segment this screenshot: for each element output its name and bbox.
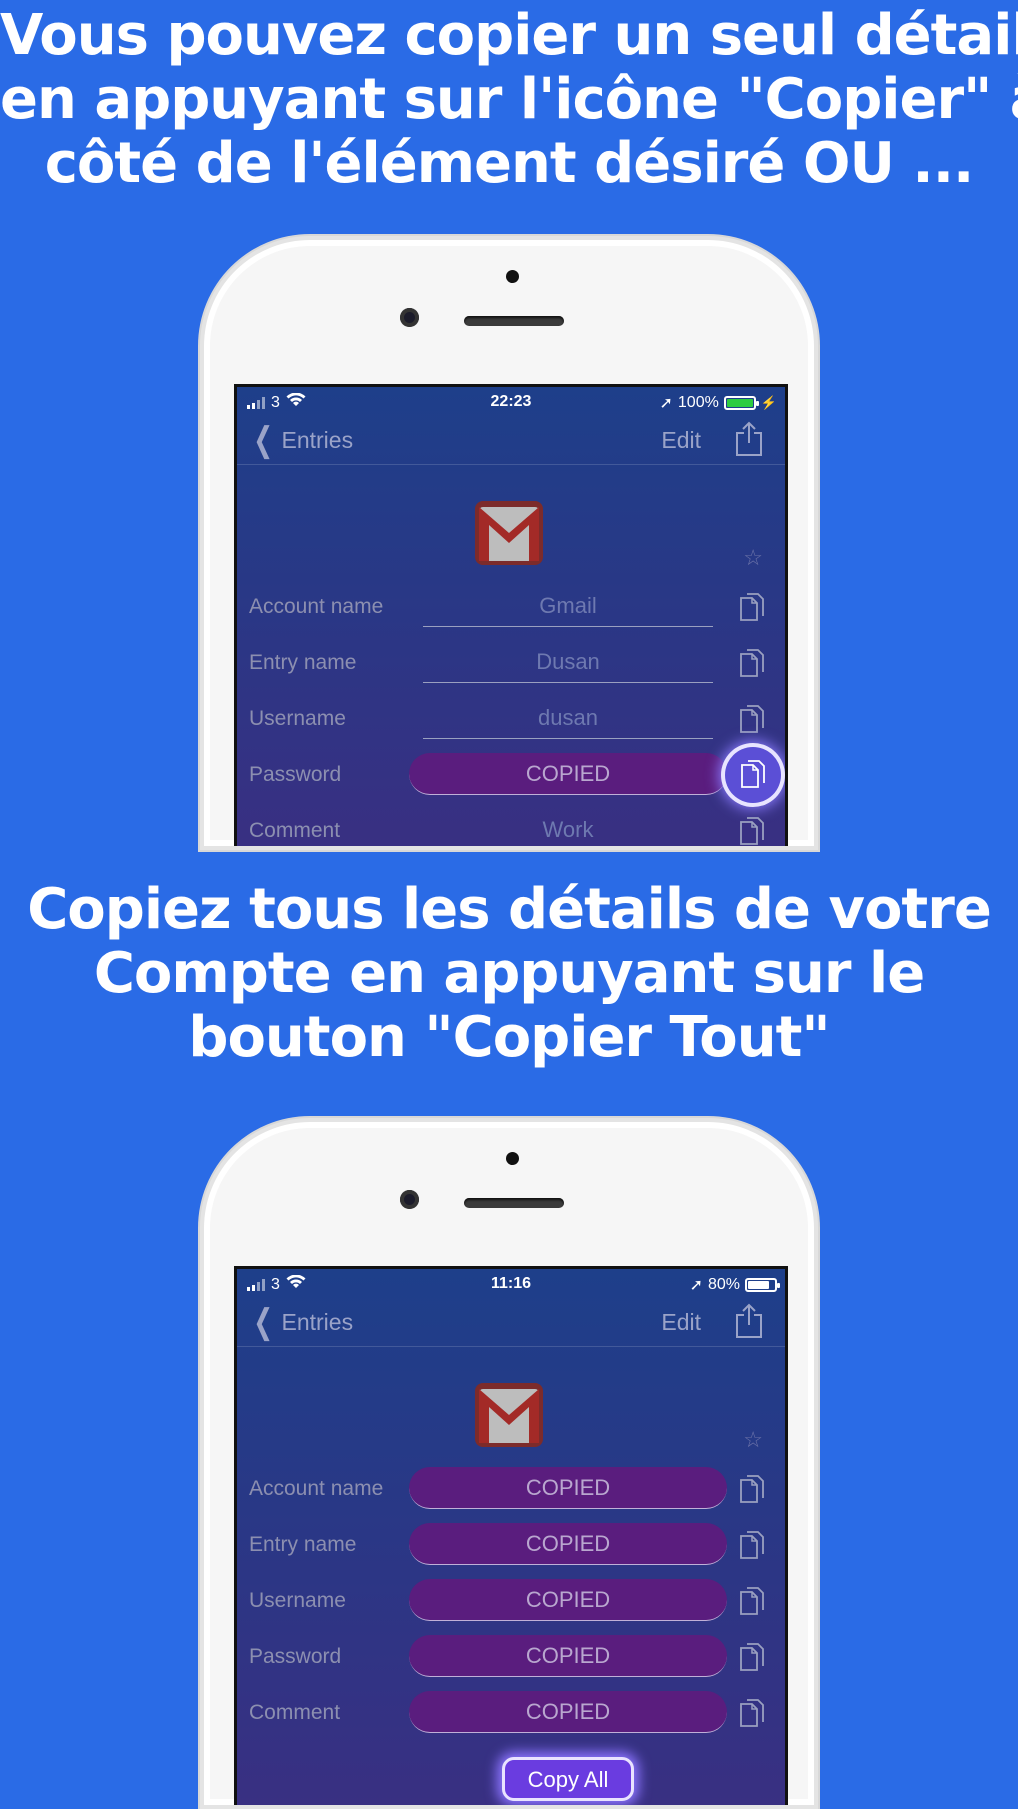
headline-middle: Copiez tous les détails de votre Compte …	[0, 878, 1018, 1070]
share-icon[interactable]	[735, 421, 763, 457]
copy-icon[interactable]	[735, 589, 769, 625]
battery-percent: 100%	[677, 394, 719, 411]
detail-row: Username COPIED	[237, 1575, 785, 1631]
copy-icon[interactable]	[735, 701, 769, 737]
field-label: Password	[249, 763, 342, 786]
detail-row: Account name Gmail	[237, 581, 785, 637]
headline-middle-line2: Compte en appuyant sur le	[93, 941, 925, 1006]
back-button[interactable]: ❮ Entries	[249, 1303, 354, 1341]
proximity-sensor	[506, 1152, 519, 1165]
favorite-star-icon[interactable]: ☆	[743, 1427, 763, 1453]
location-arrow-icon: ➚	[659, 395, 673, 412]
back-label: Entries	[281, 1308, 354, 1335]
battery-icon	[745, 1278, 780, 1292]
earpiece-speaker	[464, 1198, 564, 1208]
field-label: Password	[249, 1645, 342, 1668]
chevron-left-icon: ❮	[253, 1303, 274, 1341]
field-value[interactable]: Gmail	[423, 585, 713, 627]
edit-button[interactable]: Edit	[661, 1309, 701, 1336]
field-label: Entry name	[249, 1533, 357, 1556]
gmail-icon	[473, 497, 545, 569]
earpiece-speaker	[464, 316, 564, 326]
field-label: Username	[249, 707, 346, 730]
field-value[interactable]: COPIED	[409, 1523, 727, 1565]
headline-top-line3: côté de l'élément désiré OU ...	[44, 131, 975, 196]
gmail-icon	[473, 1379, 545, 1451]
headline-middle-line1: Copiez tous les détails de votre	[27, 877, 992, 942]
field-value[interactable]: COPIED	[409, 1635, 727, 1677]
front-camera-icon	[400, 308, 419, 327]
headline-top: Vous pouvez copier un seul détail en app…	[0, 4, 1018, 196]
copy-icon[interactable]	[735, 645, 769, 681]
field-value[interactable]: Dusan	[423, 641, 713, 683]
copy-all-button[interactable]: Copy All	[502, 1757, 634, 1801]
phone-mockup-copy-all: 3 11:16 ➚ 80% ❮ Entries Edit ☆ Account n…	[200, 1118, 818, 1809]
field-label: Comment	[249, 1701, 341, 1724]
copy-icon[interactable]	[735, 1695, 769, 1731]
field-label: Username	[249, 1589, 346, 1612]
copy-icon[interactable]	[725, 747, 781, 803]
detail-row: Entry name Dusan	[237, 637, 785, 693]
status-bar: 3 11:16 ➚ 80%	[237, 1273, 785, 1295]
headline-top-line1: Vous pouvez copier un seul détail	[0, 3, 1018, 68]
field-value[interactable]: Work	[423, 809, 713, 846]
copy-icon[interactable]	[735, 1639, 769, 1675]
field-label: Comment	[249, 819, 341, 842]
field-label: Account name	[249, 595, 384, 618]
battery-icon	[723, 396, 759, 410]
phone-screen: 3 22:23 ➚ 100% ⚡ ❮ Entries Edit ☆ Accoun…	[234, 384, 788, 846]
field-value[interactable]: COPIED	[409, 1691, 727, 1733]
charging-bolt-icon: ⚡	[760, 395, 777, 410]
edit-button[interactable]: Edit	[661, 427, 701, 454]
battery-percent: 80%	[707, 1276, 740, 1293]
field-value[interactable]: dusan	[423, 697, 713, 739]
field-value[interactable]: COPIED	[409, 753, 727, 795]
location-arrow-icon: ➚	[689, 1277, 703, 1294]
navigation-bar: ❮ Entries Edit	[237, 1299, 785, 1347]
share-icon[interactable]	[735, 1303, 763, 1339]
field-value[interactable]: COPIED	[409, 1467, 727, 1509]
detail-row: Password COPIED	[237, 747, 785, 805]
headline-middle-line3: bouton "Copier Tout"	[188, 1005, 830, 1070]
phone-screen: 3 11:16 ➚ 80% ❮ Entries Edit ☆ Account n…	[234, 1266, 788, 1805]
copy-icon[interactable]	[735, 1471, 769, 1507]
copy-icon[interactable]	[735, 813, 769, 846]
status-bar: 3 22:23 ➚ 100% ⚡	[237, 391, 785, 413]
detail-row: Account name COPIED	[237, 1463, 785, 1519]
detail-row: Username dusan	[237, 693, 785, 749]
front-camera-icon	[400, 1190, 419, 1209]
detail-row: Comment Work	[237, 805, 785, 846]
proximity-sensor	[506, 270, 519, 283]
copy-icon[interactable]	[735, 1583, 769, 1619]
back-button[interactable]: ❮ Entries	[249, 421, 354, 459]
detail-row: Password COPIED	[237, 1631, 785, 1687]
navigation-bar: ❮ Entries Edit	[237, 417, 785, 465]
phone-mockup-single-copy: 3 22:23 ➚ 100% ⚡ ❮ Entries Edit ☆ Accoun…	[200, 236, 818, 850]
field-label: Entry name	[249, 651, 357, 674]
field-value[interactable]: COPIED	[409, 1579, 727, 1621]
headline-top-line2: en appuyant sur l'icône "Copier" à	[0, 67, 1018, 132]
detail-row: Entry name COPIED	[237, 1519, 785, 1575]
field-label: Account name	[249, 1477, 384, 1500]
favorite-star-icon[interactable]: ☆	[743, 545, 763, 571]
back-label: Entries	[281, 426, 354, 453]
chevron-left-icon: ❮	[253, 421, 274, 459]
detail-row: Comment COPIED	[237, 1687, 785, 1743]
copy-icon[interactable]	[735, 1527, 769, 1563]
